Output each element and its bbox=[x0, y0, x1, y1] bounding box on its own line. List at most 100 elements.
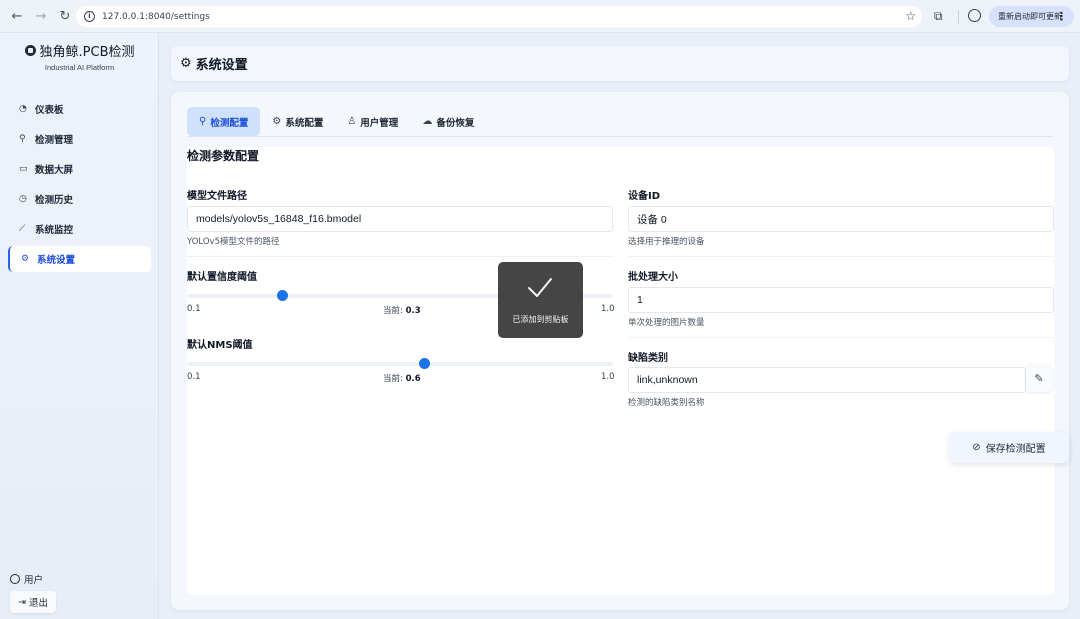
divider bbox=[628, 256, 1054, 257]
back-icon[interactable]: ← bbox=[6, 5, 28, 27]
history-icon: ◷ bbox=[19, 194, 27, 204]
settings-card: ⚲ 检测配置 ⚙ 系统配置 ♙ 用户管理 ☁ 备份恢复 检测参数配置 模型文件路… bbox=[171, 92, 1069, 610]
current-prefix: 当前: bbox=[383, 306, 406, 316]
copied-toast: 已添加到剪贴板 bbox=[498, 262, 583, 338]
sidebar-item-label: 仪表板 bbox=[35, 105, 64, 116]
defect-classes-value: link,unknown bbox=[637, 374, 698, 386]
checkmark-icon bbox=[528, 278, 552, 297]
batch-size-hint: 单次处理的图片数量 bbox=[628, 318, 705, 328]
dashboard-icon: ◔ bbox=[19, 104, 27, 114]
sidebar-item-settings[interactable]: ⚙ 系统设置 bbox=[8, 246, 151, 272]
defect-classes-hint: 检测的缺陷类别名称 bbox=[628, 398, 705, 408]
pencil-icon: ✎ bbox=[1034, 371, 1044, 385]
tab-user-management[interactable]: ♙ 用户管理 bbox=[335, 107, 410, 136]
profile-icon[interactable] bbox=[968, 9, 981, 22]
edit-classes-button[interactable]: ✎ bbox=[1026, 364, 1052, 392]
sidebar-item-history[interactable]: ◷ 检测历史 bbox=[8, 186, 151, 212]
device-id-hint: 选择用于推理的设备 bbox=[628, 237, 705, 247]
logout-icon: ⇥ bbox=[18, 596, 26, 608]
device-id-label: 设备ID bbox=[628, 191, 661, 202]
batch-size-input[interactable]: 1 bbox=[628, 287, 1054, 313]
nms-current-value: 0.6 bbox=[405, 374, 421, 384]
toast-message: 已添加到剪贴板 bbox=[512, 315, 569, 324]
batch-size-value: 1 bbox=[637, 294, 643, 306]
bookmark-star-icon[interactable]: ☆ bbox=[905, 9, 916, 23]
more-menu-icon[interactable]: ⋮ bbox=[1056, 10, 1067, 23]
tab-detection-config[interactable]: ⚲ 检测配置 bbox=[187, 107, 261, 136]
brand: 独角鲸.PCB检测 Industrial AI Platform bbox=[0, 41, 159, 72]
sidebar-item-monitor[interactable]: ⟋ 系统监控 bbox=[8, 216, 151, 242]
page-header: ⚙ 系统设置 bbox=[171, 46, 1069, 81]
model-path-value: models/yolov5s_16848_f16.bmodel bbox=[196, 213, 362, 225]
confidence-label: 默认置信度阈值 bbox=[187, 272, 257, 283]
chart-icon: ⟋ bbox=[19, 224, 26, 234]
user-icon: ♙ bbox=[347, 116, 357, 127]
model-path-input[interactable]: models/yolov5s_16848_f16.bmodel bbox=[187, 206, 613, 232]
nms-label: 默认NMS阈值 bbox=[187, 340, 253, 351]
sidebar-item-label: 检测管理 bbox=[35, 135, 74, 146]
confidence-slider-thumb[interactable] bbox=[276, 290, 288, 301]
tab-label: 系统配置 bbox=[285, 117, 324, 129]
reload-icon[interactable]: ↻ bbox=[54, 5, 76, 27]
confidence-current: 当前: 0.3 bbox=[383, 304, 421, 316]
search-icon: ⚲ bbox=[19, 134, 26, 144]
page-title: 系统设置 bbox=[195, 58, 248, 73]
cloud-icon: ☁ bbox=[422, 116, 433, 127]
user-icon bbox=[10, 574, 20, 584]
nms-current: 当前: 0.6 bbox=[383, 372, 421, 384]
nms-slider[interactable] bbox=[187, 358, 613, 369]
batch-size-label: 批处理大小 bbox=[628, 272, 678, 283]
gear-icon: ⚙ bbox=[21, 254, 30, 264]
settings-tabs: ⚲ 检测配置 ⚙ 系统配置 ♙ 用户管理 ☁ 备份恢复 bbox=[187, 107, 486, 136]
forward-icon[interactable]: → bbox=[30, 5, 52, 27]
update-label: 重新启动即可更新 bbox=[998, 12, 1062, 21]
gear-icon: ⚙ bbox=[272, 116, 282, 127]
screen-icon: ▭ bbox=[19, 164, 28, 174]
gear-icon: ⚙ bbox=[180, 56, 192, 71]
update-button[interactable]: 重新启动即可更新 ⋮ bbox=[989, 6, 1074, 27]
logout-button[interactable]: ⇥ 退出 bbox=[10, 591, 56, 613]
extensions-icon[interactable]: ⧉ bbox=[934, 9, 943, 24]
save-label: 保存检测配置 bbox=[985, 444, 1046, 455]
divider bbox=[187, 256, 613, 257]
nms-max: 1.0 bbox=[601, 372, 615, 382]
sidebar-item-dashboard[interactable]: ◔ 仪表板 bbox=[8, 96, 151, 122]
tab-backup-restore[interactable]: ☁ 备份恢复 bbox=[410, 107, 486, 136]
address-bar[interactable]: i 127.0.0.1:8040/settings ☆ bbox=[76, 6, 922, 27]
site-info-icon[interactable]: i bbox=[84, 11, 95, 22]
brand-title-text: 独角鲸.PCB检测 bbox=[39, 45, 135, 60]
confidence-current-value: 0.3 bbox=[405, 306, 421, 316]
tab-label: 备份恢复 bbox=[436, 117, 475, 129]
nms-min: 0.1 bbox=[187, 372, 201, 382]
confidence-max: 1.0 bbox=[601, 304, 615, 314]
chip-logo-icon bbox=[24, 45, 36, 56]
tab-underline bbox=[187, 136, 1053, 137]
sidebar-menu: ◔ 仪表板 ⚲ 检测管理 ▭ 数据大屏 ◷ 检测历史 ⟋ 系统监控 ⚙ 系统设置 bbox=[8, 96, 151, 276]
logout-label: 退出 bbox=[28, 598, 48, 609]
search-icon: ⚲ bbox=[199, 116, 207, 127]
save-detection-config-button[interactable]: ⊘ 保存检测配置 bbox=[949, 432, 1069, 463]
check-circle-icon: ⊘ bbox=[972, 442, 981, 453]
device-id-value: 设备 0 bbox=[637, 213, 667, 226]
model-path-hint: YOLOv5模型文件的路径 bbox=[187, 237, 280, 247]
browser-toolbar: ← → ↻ i 127.0.0.1:8040/settings ☆ ⧉ 重新启动… bbox=[0, 0, 1080, 33]
brand-title: 独角鲸.PCB检测 bbox=[0, 41, 159, 60]
user-info[interactable]: 用户 bbox=[10, 572, 43, 586]
sidebar-item-label: 检测历史 bbox=[35, 195, 74, 206]
current-prefix: 当前: bbox=[383, 374, 406, 384]
detection-config-panel: 检测参数配置 模型文件路径 models/yolov5s_16848_f16.b… bbox=[187, 147, 1069, 595]
tab-label: 检测配置 bbox=[210, 117, 249, 129]
sidebar-item-data-screen[interactable]: ▭ 数据大屏 bbox=[8, 156, 151, 182]
divider bbox=[628, 337, 1054, 338]
confidence-min: 0.1 bbox=[187, 304, 201, 314]
toolbar-divider bbox=[958, 10, 959, 24]
tab-system-config[interactable]: ⚙ 系统配置 bbox=[260, 107, 335, 136]
device-id-select[interactable]: 设备 0 bbox=[628, 206, 1054, 232]
sidebar-item-detection[interactable]: ⚲ 检测管理 bbox=[8, 126, 151, 152]
user-label: 用户 bbox=[24, 575, 44, 586]
tab-label: 用户管理 bbox=[360, 117, 399, 129]
defect-classes-input[interactable]: link,unknown bbox=[628, 367, 1026, 393]
sidebar: 独角鲸.PCB检测 Industrial AI Platform ◔ 仪表板 ⚲… bbox=[0, 33, 159, 619]
nms-slider-thumb[interactable] bbox=[418, 358, 430, 369]
sidebar-item-label: 数据大屏 bbox=[35, 165, 74, 176]
